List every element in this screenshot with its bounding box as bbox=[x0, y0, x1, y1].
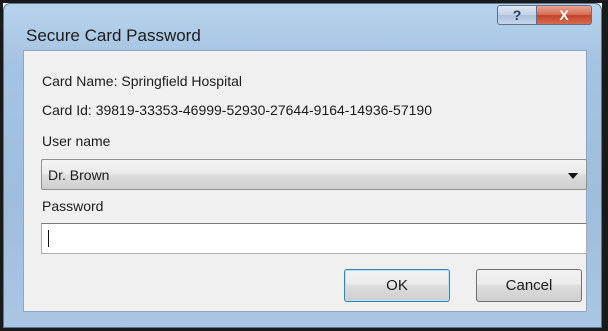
password-label: Password bbox=[42, 198, 104, 214]
card-name-text: Card Name: Springfield Hospital bbox=[42, 73, 242, 89]
close-icon: X bbox=[559, 7, 569, 23]
password-field[interactable] bbox=[41, 223, 587, 254]
close-button[interactable]: X bbox=[536, 5, 592, 25]
user-name-select[interactable]: Dr. Brown bbox=[41, 159, 587, 190]
help-icon: ? bbox=[512, 7, 522, 23]
dialog-content: Card Name: Springfield Hospital Card Id:… bbox=[23, 50, 587, 312]
text-caret bbox=[48, 230, 49, 247]
cancel-button[interactable]: Cancel bbox=[476, 269, 582, 302]
user-name-label: User name bbox=[42, 133, 111, 149]
card-id-text: Card Id: 39819-33353-46999-52930-27644-9… bbox=[42, 102, 432, 118]
window-title: Secure Card Password bbox=[26, 26, 201, 45]
dialog-window: Secure Card Password ? X Card Name: Spri… bbox=[3, 3, 602, 328]
user-name-value: Dr. Brown bbox=[48, 167, 110, 183]
help-button[interactable]: ? bbox=[497, 5, 537, 25]
ok-button[interactable]: OK bbox=[344, 269, 450, 302]
chevron-down-icon bbox=[568, 173, 578, 179]
